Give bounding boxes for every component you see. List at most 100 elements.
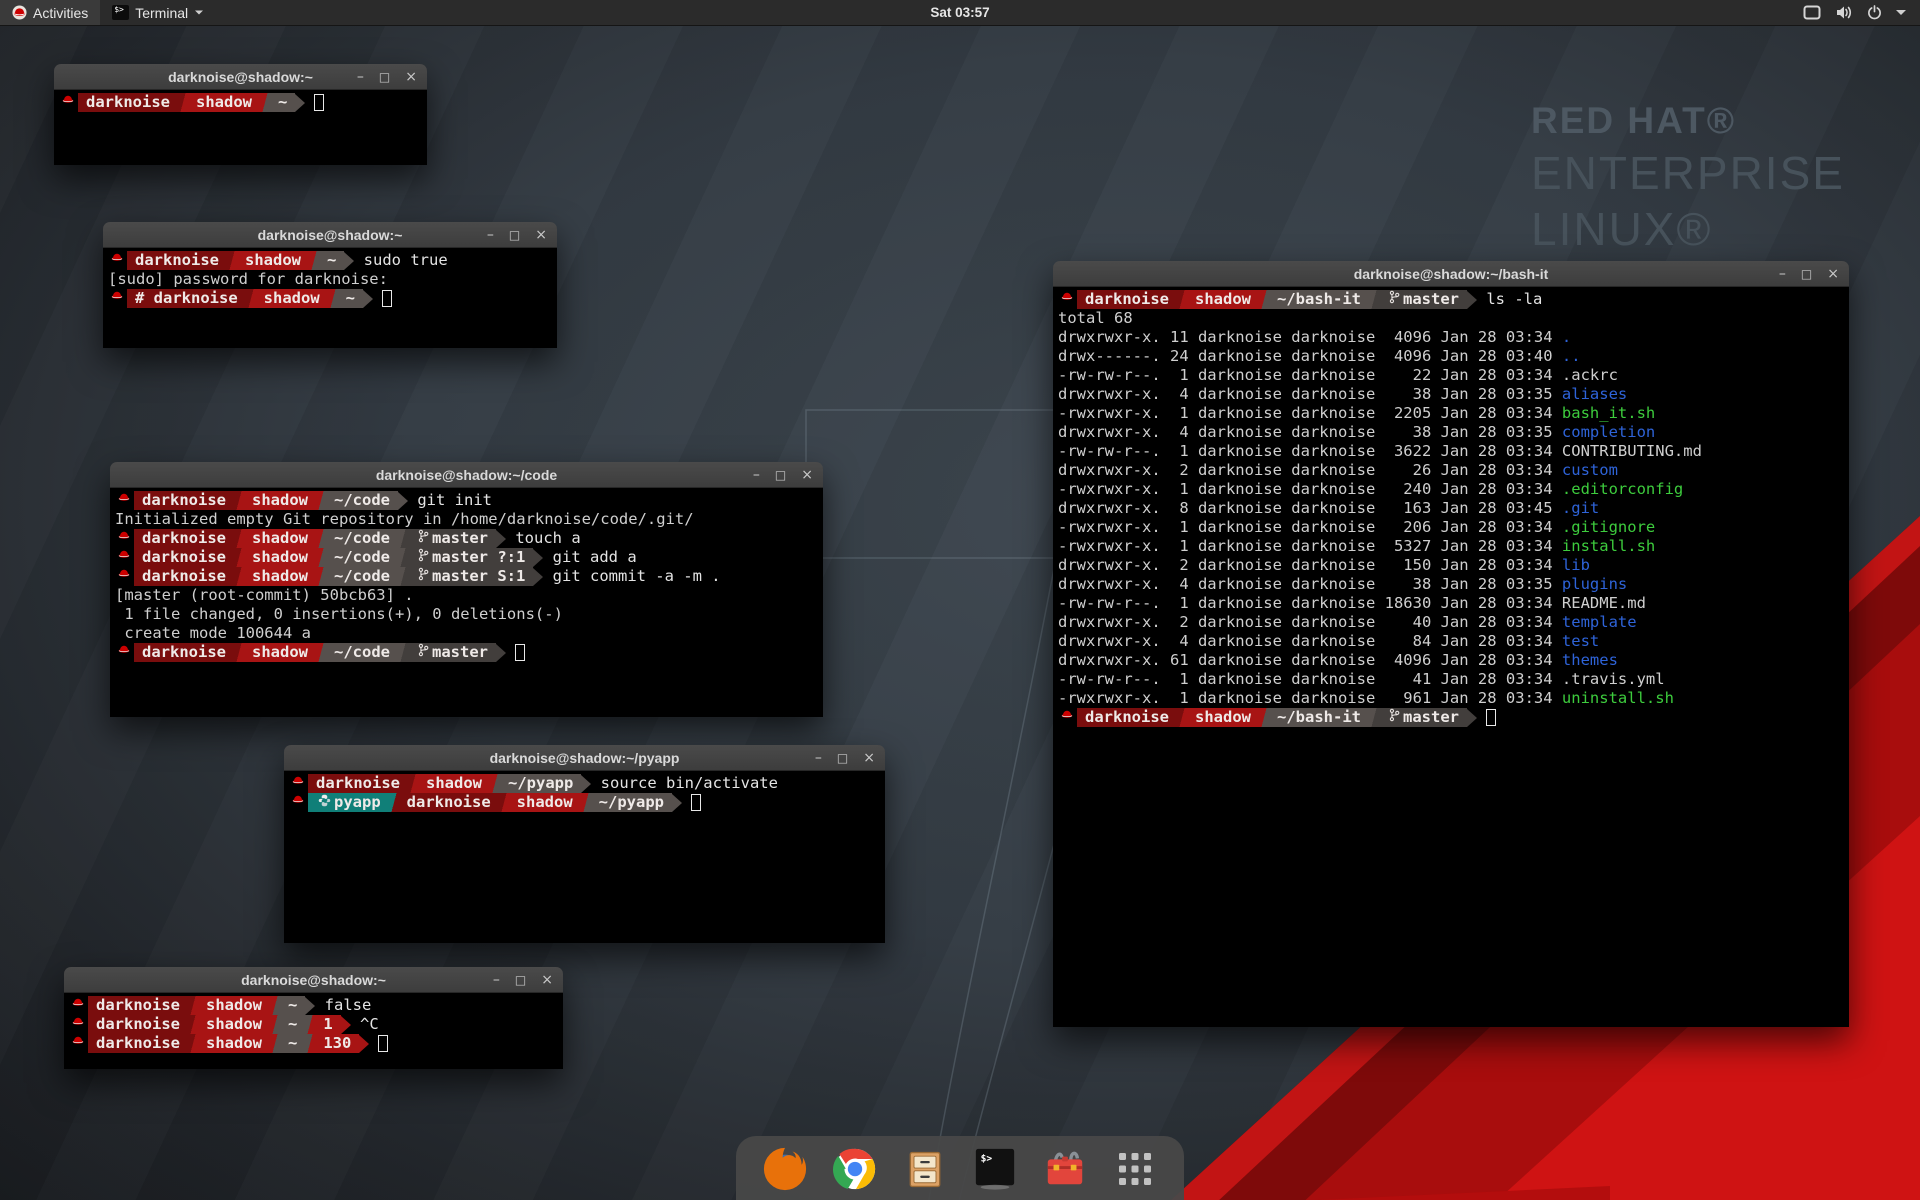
close-button[interactable]: × [405,70,417,84]
powerline-separator [316,643,326,662]
output-text: -rw-rw-r--. 1 darknoise darknoise 41 Jan… [1058,670,1562,689]
prompt-segment: master [408,643,496,662]
command-text: false [315,996,371,1015]
terminal-window-pyapp: darknoise@shadow:~/pyapp–□×darknoiseshad… [284,745,885,943]
app-menu-terminal[interactable]: $> Terminal [100,0,216,25]
terminal-prompt-line: darknoiseshadow~130 [69,1034,558,1053]
terminal-body[interactable]: darknoiseshadow~ [54,90,427,165]
minimize-button[interactable]: – [753,468,760,482]
app-menu-label: Terminal [135,5,188,21]
terminal-output-line: drwxrwxr-x. 4 darknoise darknoise 84 Jan… [1058,632,1844,651]
close-button[interactable]: × [863,751,875,765]
command-text: ^C [351,1015,379,1034]
terminal-output-line: drwxrwxr-x. 11 darknoise darknoise 4096 … [1058,328,1844,347]
terminal-output-line: -rwxrwxr-x. 1 darknoise darknoise 206 Ja… [1058,518,1844,537]
brand-enterprise: ENTERPRISE [1531,146,1845,200]
dock-item-chrome[interactable] [832,1146,878,1192]
rhel-branding: RED HAT® ENTERPRISE LINUX® [1531,100,1845,256]
powerline-separator [316,567,326,586]
maximize-button[interactable]: □ [837,751,848,765]
terminal-output-line: drwxrwxr-x. 4 darknoise darknoise 38 Jan… [1058,385,1844,404]
activities-button[interactable]: Activities [0,0,100,25]
maximize-button[interactable]: □ [775,468,786,482]
output-text: drwxrwxr-x. 11 darknoise darknoise 4096 … [1058,328,1562,347]
minimize-button[interactable]: – [815,751,822,765]
terminal-output-line: -rwxrwxr-x. 1 darknoise darknoise 961 Ja… [1058,689,1844,708]
window-controls: – □ × [815,745,875,770]
terminal-body[interactable]: darknoiseshadow~ falsedarknoiseshadow~1 … [64,993,563,1069]
window-title: darknoise@shadow:~/bash-it [1354,266,1549,282]
window-controls: – □ × [357,64,417,89]
terminal-window-sudo: darknoise@shadow:~ – □ × darknoiseshadow~ su… [103,222,557,348]
dock-item-terminal[interactable]: $> [972,1146,1018,1192]
minimize-button[interactable]: – [487,228,494,242]
output-text: [master (root-commit) 50bcb63] . [115,586,414,605]
dock-item-firefox[interactable] [762,1146,808,1192]
powerline-separator [234,529,244,548]
output-text: drwxrwxr-x. 61 darknoise darknoise 4096 … [1058,651,1562,670]
window-title: darknoise@shadow:~ [168,69,313,85]
terminal-cursor [515,644,525,661]
prompt-segment: darknoise [134,491,234,510]
window-titlebar[interactable]: darknoise@shadow:~/code–□× [110,462,823,488]
terminal-body[interactable]: darknoiseshadow~/pyapp source bin/activa… [284,771,885,943]
prompt-segment: darknoise [134,643,234,662]
window-titlebar[interactable]: darknoise@shadow:~/bash-it – □ × [1053,261,1849,287]
output-text: -rwxrwxr-x. 1 darknoise darknoise 2205 J… [1058,404,1562,423]
window-titlebar[interactable]: darknoise@shadow:~/pyapp–□× [284,745,885,771]
maximize-button[interactable]: □ [379,70,390,84]
close-button[interactable]: × [801,468,813,482]
prompt-segment: ~ [280,996,305,1015]
close-button[interactable]: × [541,973,553,987]
clock[interactable]: Sat 03:57 [930,5,989,20]
output-text: .ackrc [1562,366,1618,385]
terminal-body[interactable]: darknoiseshadow~ sudo true[sudo] passwor… [103,248,557,348]
terminal-body[interactable]: darknoiseshadow~/code git initInitialize… [110,488,823,717]
terminal-output-line: Initialized empty Git repository in /hom… [115,510,818,529]
powerline-separator [305,1015,315,1034]
prompt-segment: ~/bash-it [1269,290,1369,309]
window-titlebar[interactable]: darknoise@shadow:~ – □ × [54,64,427,90]
close-button[interactable]: × [1827,267,1839,281]
terminal-output-line: drwxrwxr-x. 4 darknoise darknoise 38 Jan… [1058,575,1844,594]
maximize-button[interactable]: □ [515,973,526,987]
dock-item-files[interactable] [902,1146,948,1192]
maximize-button[interactable]: □ [509,228,520,242]
output-text: create mode 100644 a [115,624,311,643]
prompt-segment: shadow [509,793,581,812]
redhat-icon [108,289,127,308]
close-button[interactable]: × [535,228,547,242]
prompt-segment: pyapp [308,793,389,812]
branch-icon [416,643,432,657]
window-controls: – □ × [1779,261,1839,286]
prompt-segment: darknoise [134,567,234,586]
minimize-button[interactable]: – [1779,267,1786,281]
terminal-prompt-line: darknoiseshadow~/code git init [115,491,818,510]
app-grid-icon [1116,1150,1154,1188]
window-title: darknoise@shadow:~ [258,227,403,243]
powerline-arrow [344,252,354,270]
volume-icon [1835,5,1853,20]
redhat-icon [69,1034,88,1053]
terminal-output-line: -rwxrwxr-x. 1 darknoise darknoise 5327 J… [1058,537,1844,556]
prompt-segment: darknoise [134,548,234,567]
dock-item-app-grid[interactable] [1112,1146,1158,1192]
maximize-button[interactable]: □ [1801,267,1812,281]
window-titlebar[interactable]: darknoise@shadow:~–□× [64,967,563,993]
prompt-segment: ~/pyapp [500,774,581,793]
powerline-separator [389,793,399,812]
minimize-button[interactable]: – [357,70,364,84]
powerline-arrow [1467,291,1477,309]
minimize-button[interactable]: – [493,973,500,987]
output-text: drwxrwxr-x. 4 darknoise darknoise 84 Jan… [1058,632,1562,651]
system-status-area[interactable] [1789,0,1920,25]
dock-item-toolbox[interactable] [1042,1146,1088,1192]
prompt-segment: shadow [1187,290,1259,309]
window-titlebar[interactable]: darknoise@shadow:~ – □ × [103,222,557,248]
terminal-output-line: -rw-rw-r--. 1 darknoise darknoise 22 Jan… [1058,366,1844,385]
output-text: drwxrwxr-x. 4 darknoise darknoise 38 Jan… [1058,575,1562,594]
terminal-output-line: 1 file changed, 0 insertions(+), 0 delet… [115,605,818,624]
terminal-output-line: drwxrwxr-x. 2 darknoise darknoise 26 Jan… [1058,461,1844,480]
terminal-body[interactable]: darknoiseshadow~/bash-itmaster ls -latot… [1053,287,1849,1027]
directory-name: completion [1562,423,1655,442]
